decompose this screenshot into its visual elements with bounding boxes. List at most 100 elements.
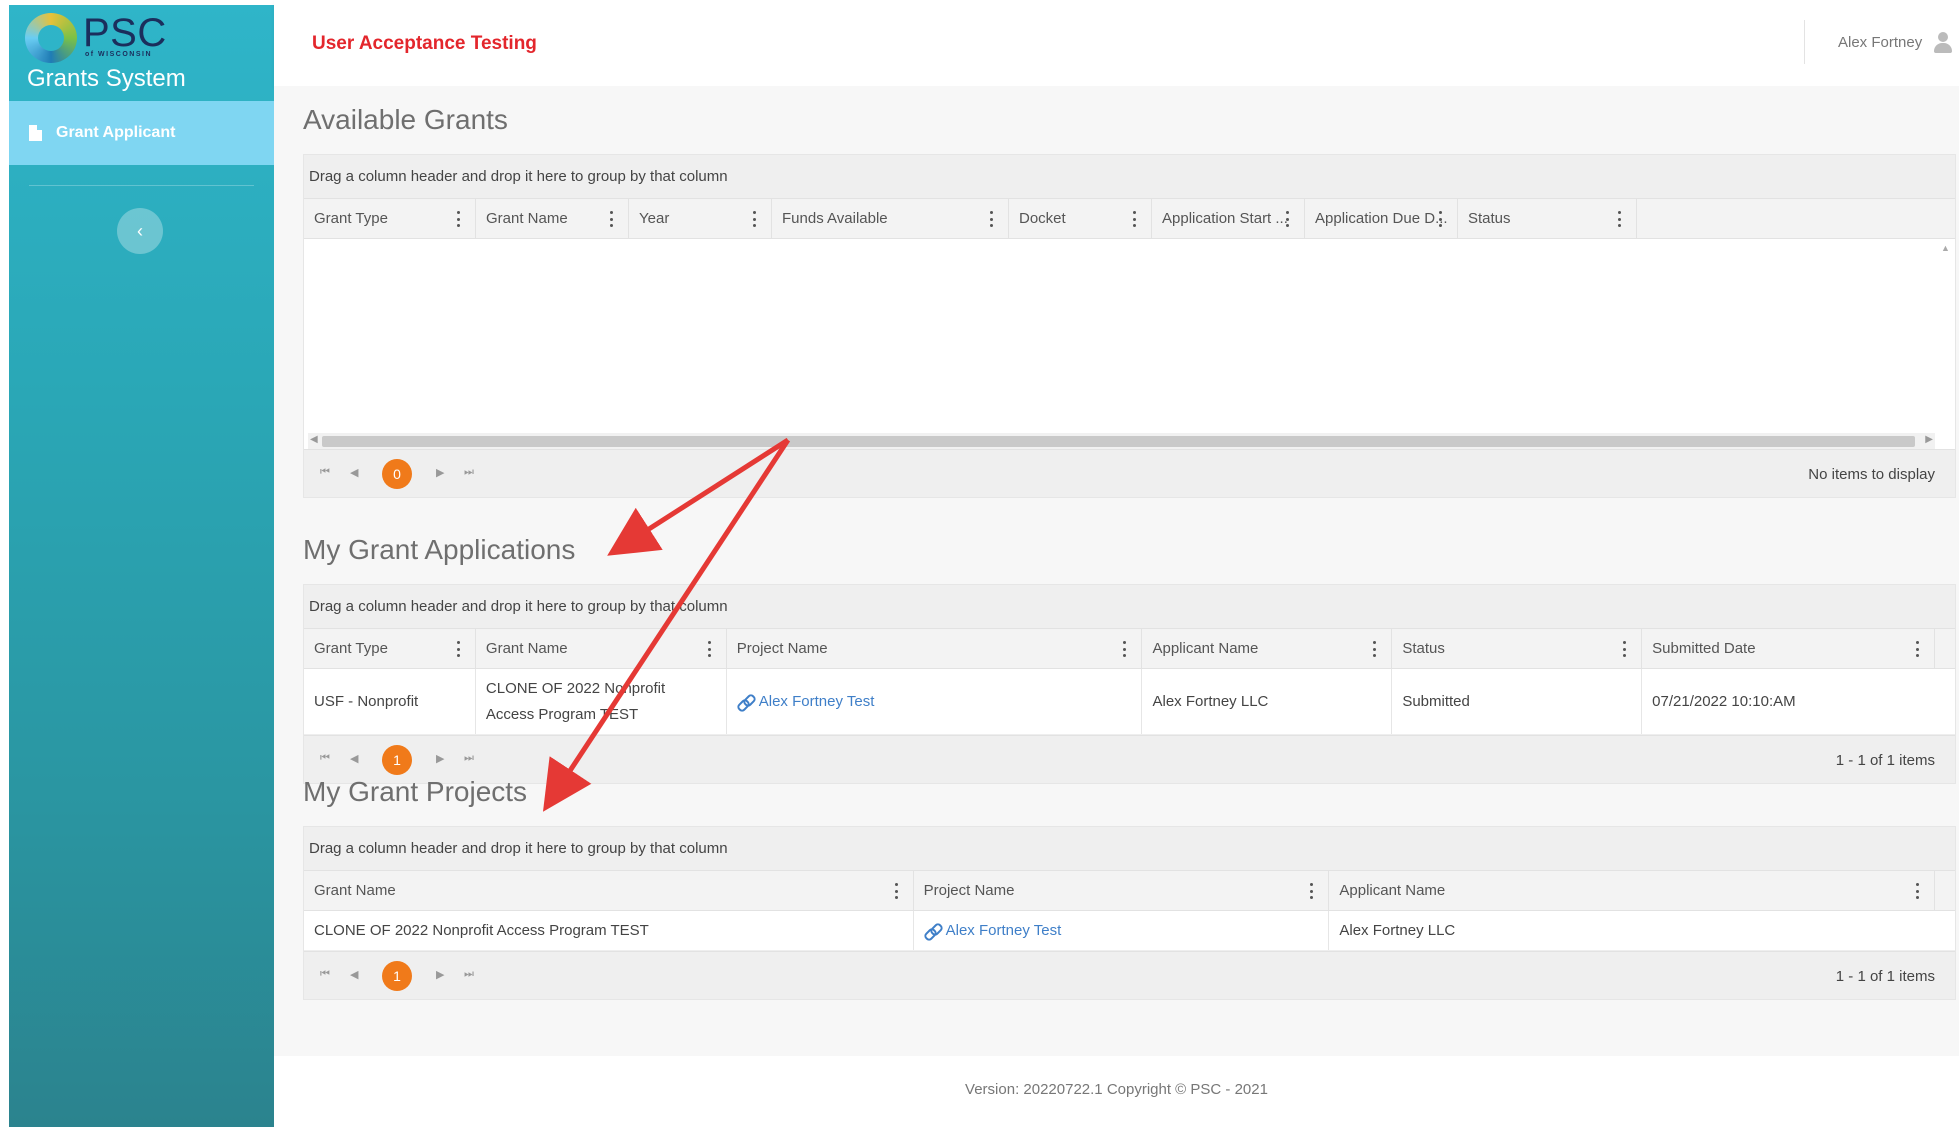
horizontal-scrollbar[interactable]: ◀ ▶ (308, 433, 1935, 449)
prev-page-icon[interactable]: ◀ (350, 968, 358, 981)
brand: PSC of WISCONSIN Grants System (9, 5, 274, 100)
column-header-status[interactable]: Status (1458, 199, 1637, 238)
my-projects-grid: Drag a column header and drop it here to… (303, 826, 1956, 1000)
psc-logo-icon (25, 13, 77, 63)
first-page-icon[interactable]: ⏮ (320, 466, 330, 479)
cell-grant-type: USF - Nonprofit (304, 669, 476, 734)
group-drop-zone[interactable]: Drag a column header and drop it here to… (304, 827, 1955, 871)
scroll-thumb[interactable] (322, 436, 1915, 447)
column-menu-icon[interactable] (457, 211, 461, 227)
my-applications-grid: Drag a column header and drop it here to… (303, 584, 1956, 784)
column-header-status[interactable]: Status (1392, 629, 1643, 668)
sidebar-divider (29, 185, 254, 186)
column-header-project-name[interactable]: Project Name (914, 871, 1330, 910)
cell-project-name: Alex Fortney Test (727, 669, 1143, 734)
column-menu-icon[interactable] (894, 883, 899, 899)
header-divider (1804, 20, 1805, 64)
column-menu-icon[interactable] (707, 641, 712, 657)
collapse-sidebar-button[interactable]: ‹ (117, 208, 163, 254)
environment-label: User Acceptance Testing (312, 33, 537, 54)
column-menu-icon[interactable] (1286, 211, 1290, 227)
grid-header: Grant Name Project Name Applicant Name (304, 871, 1955, 911)
grid-body-empty: ▲ ◀ ▶ (304, 239, 1955, 449)
footer: Version: 20220722.1 Copyright © PSC - 20… (274, 1056, 1959, 1127)
column-header-grant-type[interactable]: Grant Type (304, 199, 476, 238)
table-row[interactable]: CLONE OF 2022 Nonprofit Access Program T… (304, 911, 1955, 951)
column-menu-icon[interactable] (1123, 641, 1127, 657)
user-icon[interactable] (1934, 32, 1952, 54)
column-menu-icon[interactable] (1623, 641, 1627, 657)
sidebar-item-label: Grant Applicant (56, 124, 176, 141)
user-name[interactable]: Alex Fortney (1838, 34, 1922, 51)
column-menu-icon[interactable] (1133, 211, 1137, 227)
project-link[interactable]: Alex Fortney Test (924, 918, 1062, 944)
cell-applicant-name: Alex Fortney LLC (1339, 921, 1456, 939)
column-menu-icon[interactable] (456, 641, 461, 657)
column-menu-icon[interactable] (1915, 641, 1920, 657)
my-projects-title: My Grant Projects (303, 776, 528, 807)
last-page-icon[interactable]: ⏭ (464, 968, 474, 981)
current-page-button[interactable]: 0 (382, 459, 412, 489)
column-menu-icon[interactable] (990, 211, 994, 227)
prev-page-icon[interactable]: ◀ (350, 752, 358, 765)
current-page-button[interactable]: 1 (382, 745, 412, 775)
first-page-icon[interactable]: ⏮ (320, 752, 330, 765)
sidebar: PSC of WISCONSIN Grants System Grant App… (9, 5, 274, 1127)
scroll-right-icon[interactable]: ▶ (1925, 434, 1933, 445)
column-header-grant-name[interactable]: Grant Name (304, 871, 914, 910)
first-page-icon[interactable]: ⏮ (320, 968, 330, 981)
column-header-funds-available[interactable]: Funds Available (772, 199, 1009, 238)
column-menu-icon[interactable] (753, 211, 757, 227)
last-page-icon[interactable]: ⏭ (464, 466, 474, 479)
top-bar: User Acceptance Testing Alex Fortney (274, 0, 1959, 86)
column-menu-icon[interactable] (1310, 883, 1314, 899)
column-header-project-name[interactable]: Project Name (727, 629, 1143, 668)
column-header-year[interactable]: Year (629, 199, 772, 238)
pager-info: 1 - 1 of 1 items (1835, 968, 1935, 985)
scroll-left-icon[interactable]: ◀ (310, 434, 318, 445)
pager: ⏮ ◀ 0 ▶ ⏭ No items to display (304, 449, 1955, 497)
available-grants-title: Available Grants (303, 104, 508, 135)
chevron-left-icon: ‹ (137, 221, 143, 241)
prev-page-icon[interactable]: ◀ (350, 466, 358, 479)
pager: ⏮ ◀ 1 ▶ ⏭ 1 - 1 of 1 items (304, 951, 1955, 999)
pager-info: No items to display (1808, 466, 1935, 483)
vertical-scrollbar[interactable]: ▲ (1941, 243, 1953, 253)
column-menu-icon[interactable] (1373, 641, 1377, 657)
my-applications-title: My Grant Applications (303, 534, 576, 565)
column-header-applicant-name[interactable]: Applicant Name (1142, 629, 1393, 668)
next-page-icon[interactable]: ▶ (436, 466, 444, 479)
column-header-applicant-name[interactable]: Applicant Name (1329, 871, 1935, 910)
column-header-grant-name[interactable]: Grant Name (476, 199, 629, 238)
column-menu-icon[interactable] (610, 211, 614, 227)
column-header-application-start[interactable]: Application Start ... (1152, 199, 1305, 238)
document-icon (29, 125, 42, 141)
column-menu-icon[interactable] (1916, 883, 1920, 899)
cell-submitted-date: 07/21/2022 10:10:AM (1652, 692, 1796, 710)
group-drop-zone[interactable]: Drag a column header and drop it here to… (304, 585, 1955, 629)
next-page-icon[interactable]: ▶ (436, 968, 444, 981)
cell-grant-name: CLONE OF 2022 Nonprofit Access Program T… (304, 911, 914, 950)
project-link[interactable]: Alex Fortney Test (737, 689, 875, 715)
column-header-docket[interactable]: Docket (1009, 199, 1152, 238)
next-page-icon[interactable]: ▶ (436, 752, 444, 765)
column-header-grant-name[interactable]: Grant Name (476, 629, 727, 668)
main-content: Available Grants Drag a column header an… (274, 86, 1959, 1127)
column-menu-icon[interactable] (1618, 211, 1622, 227)
column-menu-icon[interactable] (1439, 211, 1443, 227)
column-header-submitted-date[interactable]: Submitted Date (1642, 629, 1935, 668)
current-page-button[interactable]: 1 (382, 961, 412, 991)
logo-subtext: of WISCONSIN (85, 51, 152, 58)
last-page-icon[interactable]: ⏭ (464, 752, 474, 765)
table-row[interactable]: USF - Nonprofit CLONE OF 2022 Nonprofit … (304, 669, 1955, 735)
grid-header: Grant Type Grant Name Project Name Appli… (304, 629, 1955, 669)
link-icon (737, 694, 753, 710)
column-header-application-due[interactable]: Application Due D... (1305, 199, 1458, 238)
logo-text: PSC (83, 11, 167, 55)
available-grants-grid: Drag a column header and drop it here to… (303, 154, 1956, 498)
column-header-grant-type[interactable]: Grant Type (304, 629, 476, 668)
sidebar-item-grant-applicant[interactable]: Grant Applicant (9, 101, 274, 165)
app-name: Grants System (27, 65, 186, 92)
group-drop-zone[interactable]: Drag a column header and drop it here to… (304, 155, 1955, 199)
cell-status: Submitted (1392, 669, 1643, 734)
